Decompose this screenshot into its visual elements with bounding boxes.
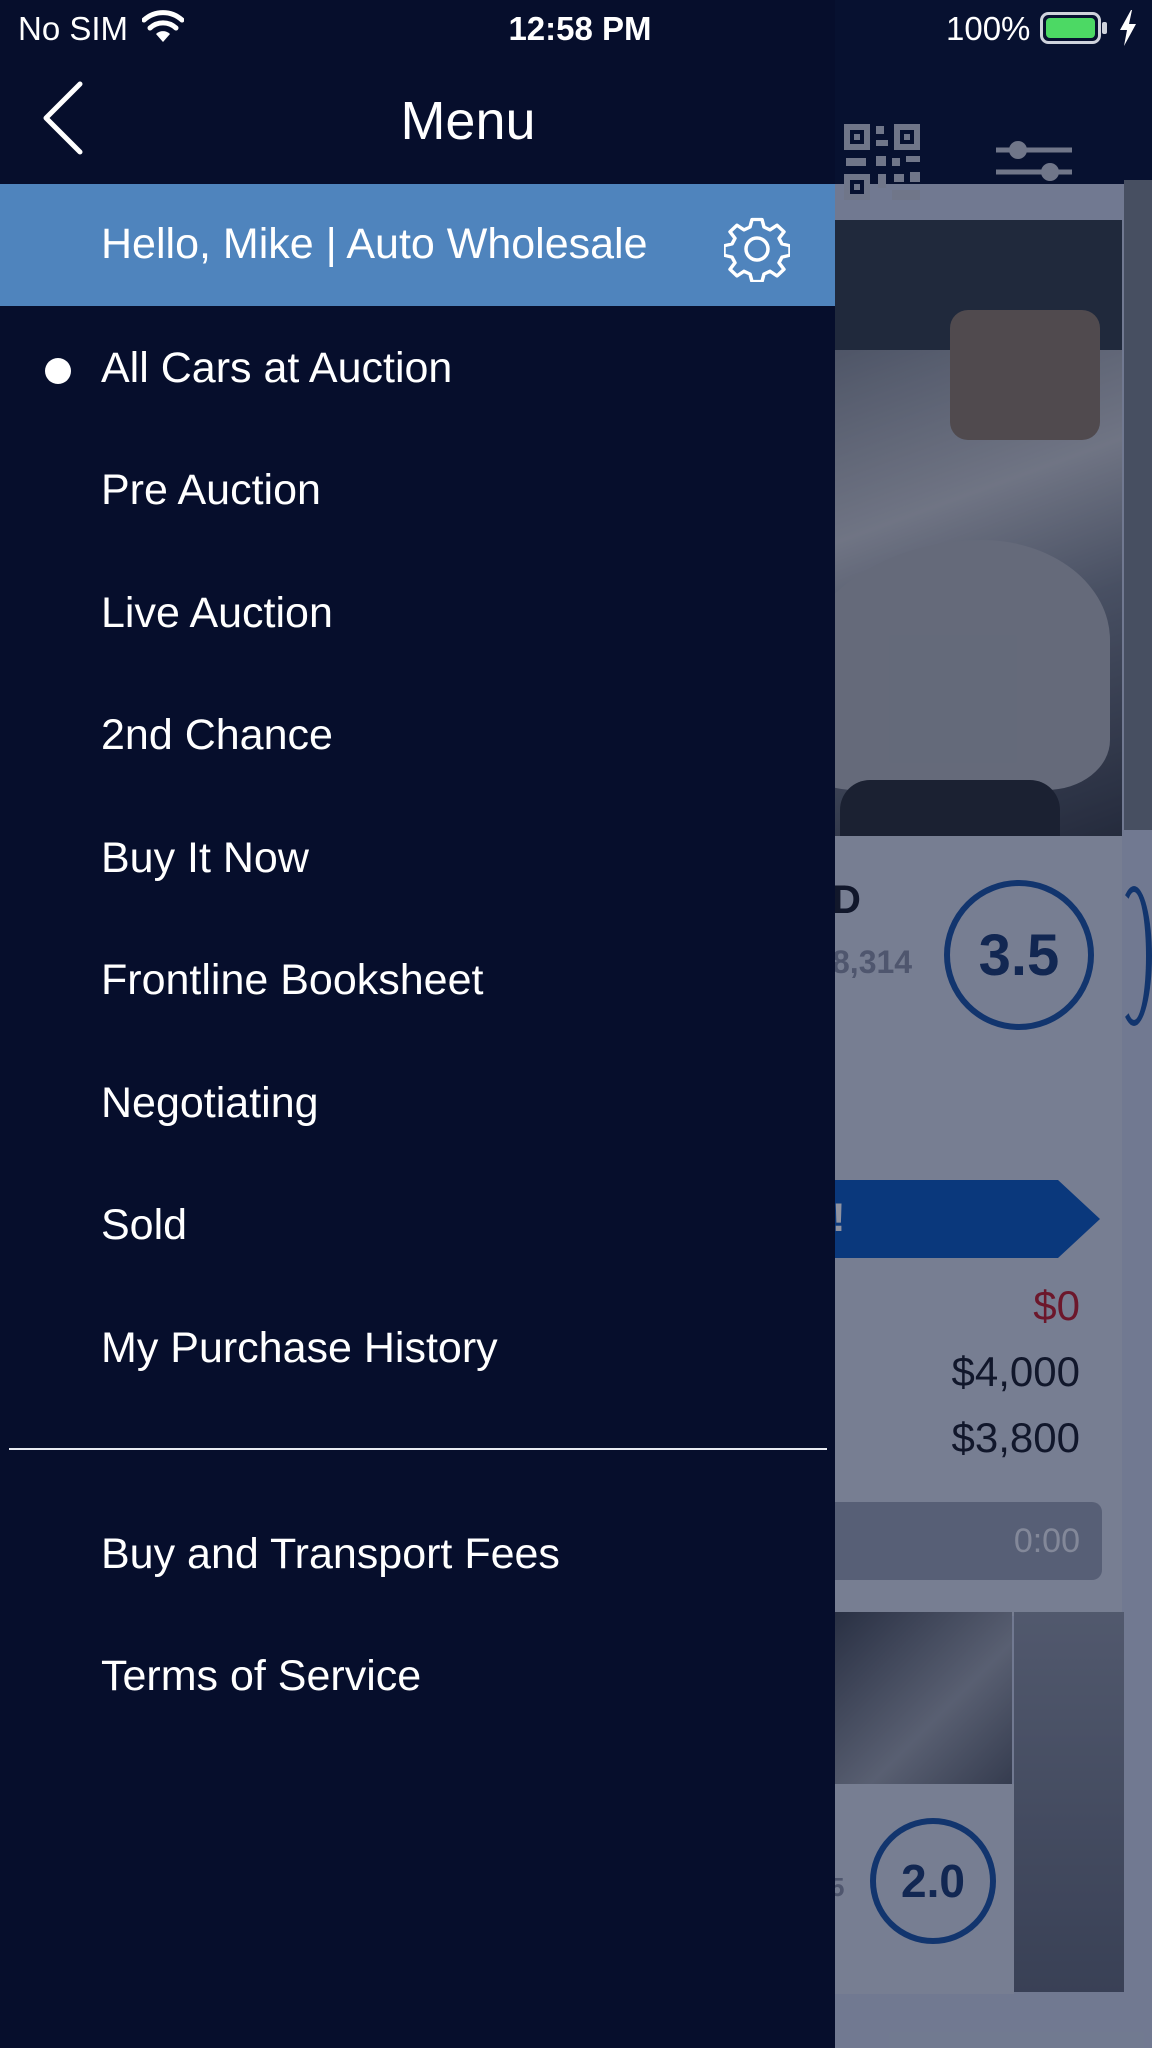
menu-item-live-auction[interactable]: Live Auction bbox=[0, 557, 835, 667]
gear-icon[interactable] bbox=[724, 216, 790, 282]
menu-item-sold[interactable]: Sold bbox=[0, 1169, 835, 1279]
menu-item-label: Terms of Service bbox=[101, 1652, 422, 1700]
menu-item-pre-auction[interactable]: Pre Auction bbox=[0, 434, 835, 544]
menu-item-label: All Cars at Auction bbox=[101, 344, 453, 392]
menu-item-label: Live Auction bbox=[101, 589, 333, 637]
menu-item-label: Buy It Now bbox=[101, 834, 309, 882]
menu-item-2nd-chance[interactable]: 2nd Chance bbox=[0, 679, 835, 789]
menu-item-negotiating[interactable]: Negotiating bbox=[0, 1047, 835, 1157]
menu-item-label: 2nd Chance bbox=[101, 711, 333, 759]
charging-icon bbox=[1120, 10, 1136, 46]
menu-item-label: Sold bbox=[101, 1201, 188, 1249]
menu-item-my-purchase-history[interactable]: My Purchase History bbox=[0, 1292, 835, 1402]
menu-item-label: Frontline Booksheet bbox=[101, 956, 484, 1004]
selected-indicator-icon bbox=[45, 358, 71, 384]
menu-divider bbox=[9, 1448, 827, 1450]
drawer-title: Menu bbox=[400, 91, 536, 151]
menu-item-label: Pre Auction bbox=[101, 466, 321, 514]
menu-item-frontline-booksheet[interactable]: Frontline Booksheet bbox=[0, 924, 835, 1034]
menu-item-label: Negotiating bbox=[101, 1079, 319, 1127]
menu-item-buy-it-now[interactable]: Buy It Now bbox=[0, 802, 835, 912]
battery-icon bbox=[1040, 12, 1107, 44]
menu-item-all-cars-at-auction[interactable]: All Cars at Auction bbox=[0, 312, 835, 422]
side-menu-drawer: Menu Hello, Mike | Auto Wholesale All Ca… bbox=[0, 0, 835, 2048]
status-bar: No SIM 12:58 PM 100% bbox=[0, 0, 1152, 58]
menu-item-label: My Purchase History bbox=[101, 1324, 498, 1372]
user-account-row[interactable]: Hello, Mike | Auto Wholesale bbox=[0, 184, 835, 306]
menu-item-label: Buy and Transport Fees bbox=[101, 1530, 560, 1578]
battery-percentage: 100% bbox=[946, 10, 1031, 47]
menu-item-buy-and-transport-fees[interactable]: Buy and Transport Fees bbox=[0, 1498, 835, 1608]
menu-item-terms-of-service[interactable]: Terms of Service bbox=[0, 1620, 835, 1730]
user-greeting: Hello, Mike | Auto Wholesale bbox=[101, 220, 648, 268]
